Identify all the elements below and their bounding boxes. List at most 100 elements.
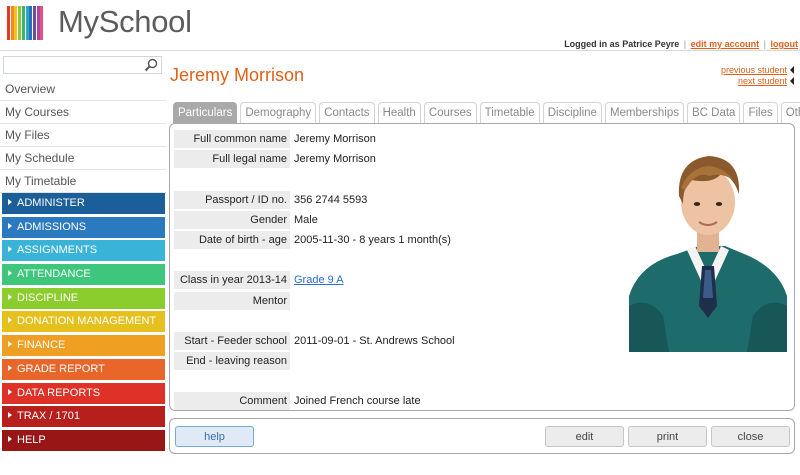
chevron-right-icon xyxy=(8,293,12,300)
field-label xyxy=(174,372,290,390)
logo-bar xyxy=(10,6,14,40)
arrow-left-icon xyxy=(790,66,794,74)
field-label: Comment xyxy=(174,392,290,411)
chevron-right-icon xyxy=(8,364,12,371)
tab-particulars[interactable]: Particulars xyxy=(173,102,238,123)
user-bar: Logged in as Patrice Peyre | edit my acc… xyxy=(564,39,798,49)
sidebar-link-my-files[interactable]: My Files xyxy=(0,124,166,147)
field-label: Full common name xyxy=(174,130,290,148)
module-label: DISCIPLINE xyxy=(17,291,79,304)
header-divider xyxy=(0,50,800,51)
module-discipline[interactable]: DISCIPLINE xyxy=(2,287,165,309)
field-label: End - leaving reason xyxy=(174,352,290,371)
field-label: Class in year 2013-14 xyxy=(174,271,290,290)
module-label: ATTENDANCE xyxy=(17,268,91,281)
module-data-reports[interactable]: DATA REPORTS xyxy=(2,382,165,404)
separator: | xyxy=(763,39,766,49)
tab-others[interactable]: Others xyxy=(780,102,800,123)
tab-health[interactable]: Health xyxy=(377,102,421,123)
module-donation-management[interactable]: DONATION MANAGEMENT xyxy=(2,311,165,333)
action-bar: help edit print close xyxy=(169,418,795,454)
field-label: Date of birth - age xyxy=(174,230,290,249)
sidebar-link-overview[interactable]: Overview xyxy=(0,78,166,101)
field-label: Mentor xyxy=(174,291,290,310)
module-grade-report[interactable]: GRADE REPORT xyxy=(2,358,165,380)
field-label xyxy=(174,170,290,188)
logo-bar xyxy=(40,6,44,40)
field-label xyxy=(174,251,290,269)
field-label xyxy=(174,312,290,330)
logo-bar xyxy=(32,6,36,40)
tab-contacts[interactable]: Contacts xyxy=(319,102,375,123)
search-icon[interactable] xyxy=(144,58,158,72)
module-attendance[interactable]: ATTENDANCE xyxy=(2,264,165,286)
particulars-panel: Full common name Jeremy Morrison Full lega… xyxy=(169,123,795,411)
module-finance[interactable]: FINANCE xyxy=(2,335,165,357)
class-link[interactable]: Grade 9 A xyxy=(294,274,344,286)
logout-link[interactable]: logout xyxy=(771,39,799,49)
tab-demography[interactable]: Demography xyxy=(240,102,317,123)
app-title: MySchool xyxy=(58,4,192,39)
logged-in-text: Logged in as Patrice Peyre xyxy=(564,39,680,49)
module-label: ASSIGNMENTS xyxy=(17,244,98,257)
module-trax-1701[interactable]: TRAX / 1701 xyxy=(2,406,165,428)
chevron-right-icon xyxy=(8,412,12,419)
logo-icon xyxy=(7,6,45,40)
field-value: Grade 9 A xyxy=(294,271,344,289)
search-input[interactable] xyxy=(3,56,162,74)
help-button[interactable]: help xyxy=(175,426,254,447)
logo-bar xyxy=(29,6,33,40)
chevron-right-icon xyxy=(8,388,12,395)
module-admissions[interactable]: ADMISSIONS xyxy=(2,216,165,238)
close-button[interactable]: close xyxy=(711,426,790,447)
logo-bar xyxy=(21,6,25,40)
tab-memberships[interactable]: Memberships xyxy=(604,102,684,123)
previous-student-link[interactable]: previous student xyxy=(721,65,787,75)
field-label: Start - Feeder school xyxy=(174,331,290,350)
module-label: ADMINISTER xyxy=(17,197,85,209)
tab-discipline[interactable]: Discipline xyxy=(542,102,602,123)
sidebar-modules: ADMINISTER ADMISSIONS ASSIGNMENTS ATTENDANC… xyxy=(2,193,165,454)
module-label: DONATION MANAGEMENT xyxy=(17,315,157,328)
tab-bar: Particulars Demography Contacts Health Cours… xyxy=(173,102,800,123)
tab-files[interactable]: Files xyxy=(743,102,778,123)
module-label: TRAX / 1701 xyxy=(17,410,80,423)
chevron-right-icon xyxy=(8,317,12,324)
edit-button[interactable]: edit xyxy=(545,426,624,447)
sidebar-link-my-courses[interactable]: My Courses xyxy=(0,101,166,124)
chevron-right-icon xyxy=(8,435,12,442)
field-value: Jeremy Morrison xyxy=(294,133,376,145)
arrow-left-icon xyxy=(790,77,794,85)
edit-account-link[interactable]: edit my account xyxy=(691,39,760,49)
module-administer[interactable]: ADMINISTER xyxy=(2,193,165,214)
sidebar-link-my-schedule[interactable]: My Schedule xyxy=(0,147,166,170)
student-photo xyxy=(629,146,787,352)
field-value: Male xyxy=(294,213,318,226)
header: MySchool Logged in as Patrice Peyre | ed… xyxy=(0,0,800,50)
chevron-right-icon xyxy=(8,246,12,253)
logo-bar xyxy=(18,6,22,40)
tab-courses[interactable]: Courses xyxy=(423,102,477,123)
module-label: GRADE REPORT xyxy=(17,362,105,375)
module-label: DATA REPORTS xyxy=(17,386,101,399)
tab-bc-data[interactable]: BC Data xyxy=(686,102,741,123)
logo-bar xyxy=(7,6,10,40)
field-value: Joined French course late xyxy=(294,395,421,408)
student-photo-image xyxy=(629,146,787,352)
module-help[interactable]: HELP xyxy=(2,429,165,451)
logo-bar xyxy=(36,6,40,40)
field-value: Jeremy Morrison xyxy=(294,153,376,166)
chevron-right-icon xyxy=(8,222,12,229)
print-button[interactable]: print xyxy=(628,426,707,447)
chevron-right-icon xyxy=(8,199,12,205)
chevron-right-icon xyxy=(8,341,12,348)
field-label: Full legal name xyxy=(174,150,290,169)
sidebar-link-my-timetable[interactable]: My Timetable xyxy=(0,170,166,193)
separator: | xyxy=(683,39,687,49)
module-assignments[interactable]: ASSIGNMENTS xyxy=(2,240,165,262)
tab-timetable[interactable]: Timetable xyxy=(479,102,540,123)
module-label: HELP xyxy=(17,433,46,446)
logo-bar xyxy=(25,6,29,40)
field-value: 2011-09-01 - St. Andrews School xyxy=(294,334,455,347)
next-student-link[interactable]: next student xyxy=(738,76,787,86)
